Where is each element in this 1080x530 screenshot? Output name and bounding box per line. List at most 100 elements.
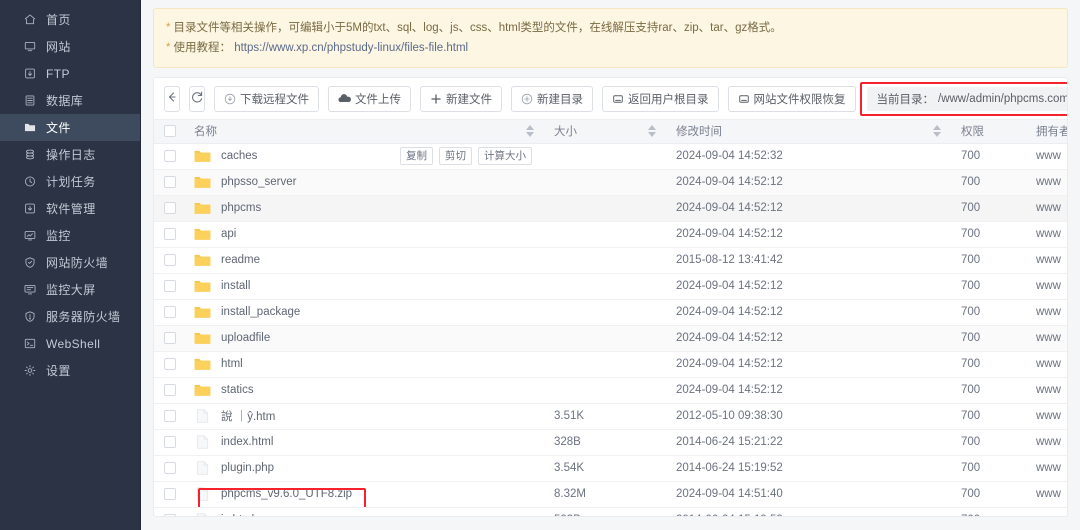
cell-owner[interactable]: www (1026, 325, 1067, 352)
table-row[interactable]: html 2024-09-04 14:52:12 700 www (154, 351, 1067, 378)
cell-owner[interactable]: www (1026, 169, 1067, 196)
cell-owner[interactable]: www (1026, 429, 1067, 456)
sidebar-item-14[interactable]: 设置 (0, 357, 140, 384)
sort-mtime-icon[interactable] (933, 125, 941, 138)
back-button[interactable] (164, 85, 180, 112)
row-checkbox[interactable] (164, 227, 176, 240)
row-checkbox[interactable] (164, 513, 176, 516)
table-row[interactable]: uploadfile 2024-09-04 14:52:12 700 www (154, 325, 1067, 352)
table-row[interactable]: plugin.php 3.54K 2014-06-24 15:19:52 700 www (154, 455, 1067, 482)
sidebar-item-3[interactable]: FTP (0, 60, 140, 87)
cell-owner[interactable]: www (1026, 247, 1067, 274)
table-row[interactable]: caches 复制 剪切 计算大小 2024-09-04 14:52:32 700 www (154, 143, 1067, 170)
cell-owner[interactable]: www (1026, 351, 1067, 378)
row-checkbox[interactable] (164, 305, 176, 318)
file-name-label[interactable]: api (221, 228, 236, 240)
sidebar-item-8[interactable]: 软件管理 (0, 195, 140, 222)
row-checkbox[interactable] (164, 201, 176, 214)
file-name-label[interactable]: plugin.php (221, 462, 274, 474)
file-name-label[interactable]: phpcms (221, 202, 261, 214)
row-checkbox[interactable] (164, 357, 176, 370)
sidebar-item-7[interactable]: 计划任务 (0, 168, 140, 195)
row-checkbox[interactable] (164, 409, 176, 422)
cell-owner[interactable]: www (1026, 195, 1067, 222)
cell-owner[interactable]: www (1026, 273, 1067, 300)
refresh-button[interactable] (189, 85, 205, 112)
header-mtime[interactable]: 修改时间 (666, 120, 951, 144)
table-row[interactable]: statics 2024-09-04 14:52:12 700 www (154, 377, 1067, 404)
table-row[interactable]: js.html 523B2014-06-24 15:19:52700www (154, 507, 1067, 516)
table-row[interactable]: phpsso_server 2024-09-04 14:52:12 700 www (154, 169, 1067, 196)
cell-permission[interactable]: 700 (951, 455, 1026, 482)
file-name-label[interactable]: install (221, 280, 250, 292)
table-row[interactable]: phpcms_v9.6.0_UTF8.zip 8.32M 2024-09-04 14… (154, 481, 1067, 508)
file-name-label[interactable]: uploadfile (221, 332, 270, 344)
cell-owner[interactable]: www (1026, 403, 1067, 430)
file-name-label[interactable]: js.html (221, 514, 254, 516)
tutorial-link[interactable]: https://www.xp.cn/phpstudy-linux/files-f… (234, 42, 468, 54)
cell-permission[interactable]: 700 (951, 325, 1026, 352)
current-path-input[interactable]: 当前目录： /www/admin/phpcms.com_80/wwwroot (866, 86, 1067, 111)
new-directory-button[interactable]: 新建目录 (511, 85, 593, 112)
row-checkbox[interactable] (164, 383, 176, 396)
row-action-3[interactable]: 计算大小 (478, 147, 532, 165)
file-name-label[interactable]: index.html (221, 436, 273, 448)
file-name-label[interactable]: 說 ｜ŷ.htm (221, 408, 275, 424)
sort-name-icon[interactable] (526, 125, 534, 138)
file-name-label[interactable]: readme (221, 254, 260, 266)
sidebar-item-5[interactable]: 文件 (0, 114, 140, 141)
cell-permission[interactable]: 700 (951, 143, 1026, 170)
sidebar-item-4[interactable]: 数据库 (0, 87, 140, 114)
file-name-label[interactable]: caches (221, 150, 257, 162)
row-checkbox[interactable] (164, 435, 176, 448)
cell-permission[interactable]: 700 (951, 481, 1026, 508)
cell-permission[interactable]: 700 (951, 221, 1026, 248)
back-to-user-root-button[interactable]: 返回用户根目录 (602, 85, 719, 112)
download-remote-file-button[interactable]: 下载远程文件 (214, 85, 319, 112)
cell-permission[interactable]: 700 (951, 169, 1026, 196)
row-checkbox[interactable] (164, 253, 176, 266)
row-checkbox[interactable] (164, 461, 176, 474)
row-checkbox[interactable] (164, 149, 176, 162)
sidebar-item-10[interactable]: 网站防火墙 (0, 249, 140, 276)
sidebar-item-11[interactable]: 监控大屏 (0, 276, 140, 303)
row-checkbox[interactable] (164, 175, 176, 188)
cell-owner[interactable]: www (1026, 455, 1067, 482)
sidebar-item-13[interactable]: WebShell (0, 330, 140, 357)
new-file-button[interactable]: 新建文件 (420, 85, 502, 112)
cell-permission[interactable]: 700 (951, 299, 1026, 326)
cell-permission[interactable]: 700 (951, 429, 1026, 456)
cell-owner[interactable]: www (1026, 377, 1067, 404)
file-upload-button[interactable]: 文件上传 (328, 85, 411, 112)
cell-permission[interactable]: 700 (951, 195, 1026, 222)
cell-permission[interactable]: 700 (951, 377, 1026, 404)
file-name-label[interactable]: statics (221, 384, 254, 396)
cell-owner[interactable]: www (1026, 481, 1067, 508)
row-checkbox[interactable] (164, 331, 176, 344)
cell-permission[interactable]: 700 (951, 507, 1026, 516)
select-all-checkbox[interactable] (164, 125, 176, 138)
cell-permission[interactable]: 700 (951, 273, 1026, 300)
table-row[interactable]: install_package 2024-09-04 14:52:12 700 www (154, 299, 1067, 326)
table-row[interactable]: install 2024-09-04 14:52:12 700 www (154, 273, 1067, 300)
file-name-label[interactable]: phpcms_v9.6.0_UTF8.zip (221, 488, 352, 500)
cell-permission[interactable]: 700 (951, 403, 1026, 430)
table-row[interactable]: index.html 328B 2014-06-24 15:21:22 700 www (154, 429, 1067, 456)
table-row[interactable]: readme 2015-08-12 13:41:42 700 www (154, 247, 1067, 274)
sidebar-item-1[interactable]: 首页 (0, 6, 140, 33)
row-checkbox[interactable] (164, 487, 176, 500)
sidebar-item-2[interactable]: 网站 (0, 33, 140, 60)
sidebar-item-9[interactable]: 监控 (0, 222, 140, 249)
row-action-1[interactable]: 复制 (400, 147, 433, 165)
cell-owner[interactable]: www (1026, 143, 1067, 170)
sidebar-item-6[interactable]: 操作日志 (0, 141, 140, 168)
header-name[interactable]: 名称 (184, 120, 544, 144)
row-action-2[interactable]: 剪切 (439, 147, 472, 165)
row-checkbox[interactable] (164, 279, 176, 292)
cell-owner[interactable]: www (1026, 299, 1067, 326)
cell-owner[interactable]: www (1026, 507, 1067, 516)
cell-permission[interactable]: 700 (951, 351, 1026, 378)
file-name-label[interactable]: phpsso_server (221, 176, 296, 188)
restore-file-permission-button[interactable]: 网站文件权限恢复 (727, 85, 856, 112)
table-row[interactable]: api 2024-09-04 14:52:12 700 www (154, 221, 1067, 248)
